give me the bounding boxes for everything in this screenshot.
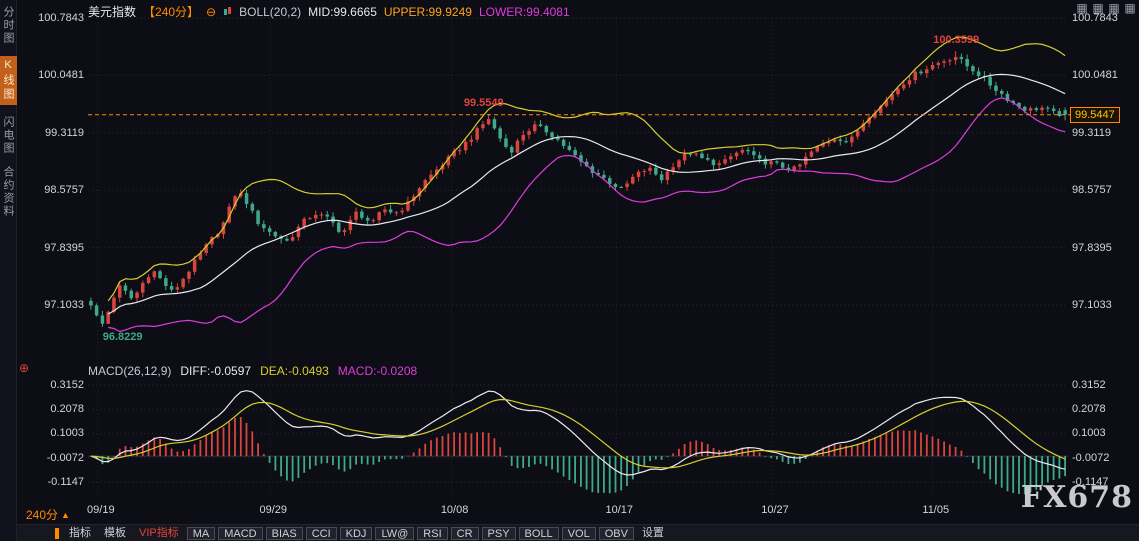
footer-toolbar: 指标 模板 VIP指标 MA MACD BIAS CCI KDJ LW@ RSI CR PSY BOLL…	[17, 524, 1139, 541]
symbol-name: 美元指数	[88, 5, 137, 19]
price-axis-label: 98.5757	[1072, 184, 1112, 197]
macd-label: MACD(26,12,9)	[88, 364, 172, 378]
price-annotation: 96.8229	[102, 330, 143, 343]
macd-axis-label: 0.1003	[50, 427, 84, 440]
price-annotation: 99.5549	[463, 96, 504, 109]
footer-tab-6[interactable]: CCI	[305, 526, 337, 540]
price-axis-label: 100.7843	[38, 12, 84, 24]
footer-tab-13[interactable]: VOL	[561, 526, 596, 540]
footer-tab-14[interactable]: OBV	[598, 526, 634, 540]
price-axis-label: 98.5757	[44, 184, 84, 197]
chart-area[interactable]	[0, 0, 1139, 541]
footer-tab-1[interactable]: 模板	[99, 527, 131, 540]
sidebar: 分时图 K线图闪电图合约资料	[0, 0, 17, 541]
footer-tab-3[interactable]: MA	[186, 526, 216, 540]
macd-axis-label: -0.0072	[1072, 451, 1110, 464]
watermark: FX678	[1020, 480, 1133, 515]
boll-lower-value: LOWER:99.4081	[478, 4, 570, 19]
timeframe-label: 240分	[26, 508, 59, 522]
macd-dea-value: DEA:-0.0493	[260, 364, 329, 378]
candle-icon	[223, 6, 232, 17]
footer-tab-5[interactable]: BIAS	[265, 526, 303, 540]
footer-tab-0[interactable]: 指标	[64, 527, 96, 540]
macd-panel-icon[interactable]: ⊕	[19, 361, 29, 375]
macd-axis-label: 0.1003	[1072, 427, 1106, 440]
footer-tab-7[interactable]: KDJ	[339, 526, 373, 540]
footer-tab-10[interactable]: CR	[450, 526, 479, 540]
macd-axis-label: 0.2078	[50, 403, 84, 416]
chart-header: 美元指数 【240分】 ⊖ BOLL(20,2) MID:99.6665 UPP…	[88, 3, 570, 20]
current-price-tag: 99.5447	[1070, 106, 1120, 123]
footer-tab-15[interactable]: 设置	[637, 527, 669, 540]
layout-grid-icon[interactable]: ▦	[1107, 1, 1121, 15]
macd-axis-label: 0.2078	[1072, 403, 1106, 416]
footer-tab-12[interactable]: BOLL	[518, 526, 559, 540]
price-axis-label: 99.3119	[45, 126, 84, 139]
price-axis-label: 97.8395	[1072, 241, 1112, 254]
macd-header: MACD(26,12,9) DIFF:-0.0597 DEA:-0.0493 M…	[88, 364, 417, 378]
sidebar-item-2[interactable]: 闪电图	[0, 116, 16, 155]
footer-tab-4[interactable]: MACD	[218, 526, 263, 540]
price-axis-label: 97.1033	[44, 299, 84, 311]
price-axis-label: 100.0481	[1072, 69, 1118, 82]
link-icon[interactable]: ⊖	[206, 5, 216, 19]
app-window: 分时图 K线图闪电图合约资料 美元指数 【240分】 ⊖ BOLL(20,2) M…	[0, 0, 1139, 541]
date-axis-label: 09/29	[259, 504, 288, 516]
price-axis-label: 99.3119	[1072, 126, 1111, 139]
date-axis-label: 09/19	[87, 504, 115, 516]
date-axis-label: 10/08	[440, 504, 469, 516]
macd-axis-label: -0.1147	[47, 475, 85, 488]
macd-axis-label: -0.0072	[46, 451, 84, 464]
date-axis-label: 11/05	[922, 504, 950, 516]
boll-label: BOLL(20,2)	[239, 4, 302, 19]
chart-canvas[interactable]	[0, 0, 1139, 541]
footer-tab-9[interactable]: RSI	[417, 526, 448, 540]
date-axis-label: 10/27	[761, 504, 789, 516]
sidebar-item-0[interactable]: 分时图	[0, 6, 16, 45]
boll-upper-value: UPPER:99.9249	[383, 4, 472, 19]
boll-mid-value: MID:99.6665	[308, 4, 377, 19]
date-axis-label: 10/17	[605, 504, 633, 516]
period-label[interactable]: 【240分】	[143, 3, 199, 20]
triangle-up-icon: ▲	[61, 509, 70, 520]
sidebar-item-1[interactable]: K线图	[0, 56, 17, 105]
macd-axis-label: 0.3152	[1072, 379, 1106, 391]
sidebar-item-3[interactable]: 合约资料	[0, 166, 16, 218]
footer-tab-8[interactable]: LW@	[375, 526, 415, 540]
macd-macd-value: MACD:-0.0208	[337, 364, 418, 378]
price-annotation: 100.3599	[933, 34, 980, 47]
active-tab-marker	[55, 527, 59, 539]
layout-grid-icon[interactable]: ▦	[1091, 1, 1105, 15]
layout-grid-icon[interactable]: ▦	[1123, 1, 1137, 15]
layout-grid-icon[interactable]: ▦	[1075, 1, 1089, 15]
macd-diff-value: DIFF:-0.0597	[180, 364, 252, 378]
macd-axis-label: 0.3152	[50, 379, 84, 391]
timeframe-indicator[interactable]: 240分 ▲	[26, 506, 70, 523]
price-axis-label: 97.1033	[1072, 299, 1112, 311]
price-axis-label: 100.0481	[38, 69, 84, 82]
footer-tab-2[interactable]: VIP指标	[134, 527, 184, 540]
price-axis-label: 97.8395	[44, 241, 84, 254]
layout-icons: ▦ ▦ ▦ ▦	[1075, 1, 1137, 15]
footer-tab-11[interactable]: PSY	[481, 526, 516, 540]
